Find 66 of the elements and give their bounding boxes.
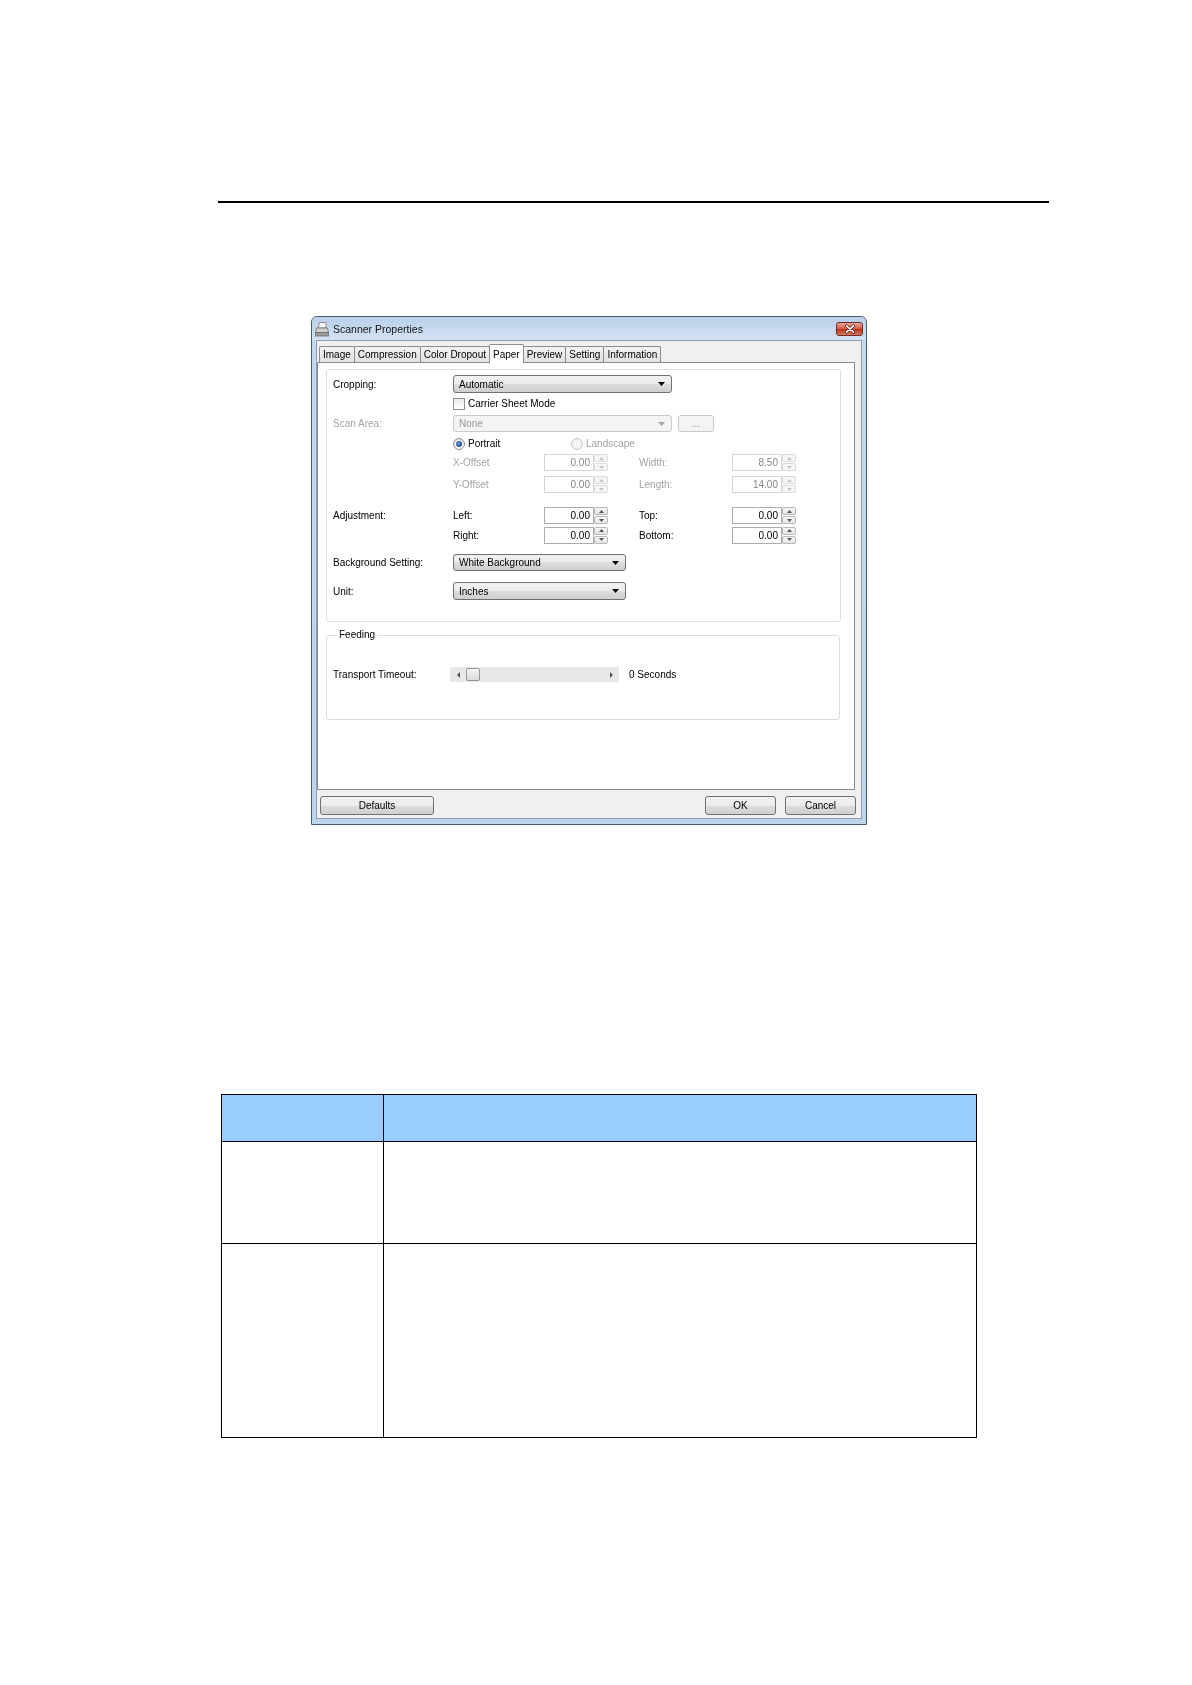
spin-down-button[interactable] [782,516,796,524]
dropdown[interactable]: Inches [453,582,626,600]
spin-up-button[interactable] [782,526,796,535]
caret-icon [612,560,619,565]
tab[interactable]: Compression [353,346,421,362]
field-label: Y-Offset [453,479,490,490]
dialog-button[interactable]: Cancel [785,796,856,815]
right-caret-icon [609,671,613,678]
slider-thumb[interactable] [466,668,480,681]
dialog-button[interactable]: OK [705,796,776,815]
down-caret-icon [786,538,792,541]
field-label: Background Setting: [333,557,425,568]
close-icon [843,323,856,334]
printer-icon [315,320,329,337]
down-caret-icon [598,538,604,541]
spin-down-button[interactable] [782,535,796,544]
field-label: Bottom: [639,529,675,541]
up-caret-icon [598,529,604,532]
radio-label[interactable]: Portrait [468,438,501,449]
spin-down-button[interactable] [594,516,608,524]
slider-right-button[interactable] [603,667,619,682]
up-caret-icon [598,509,604,513]
field-label: Length: [639,479,674,490]
field-label: Scan Area: [333,418,383,429]
number-field[interactable]: 0.00 [732,526,782,544]
tab[interactable]: Color Dropout [419,346,490,362]
field-label: X-Offset [453,457,491,468]
caret-icon [612,589,619,593]
field-label: Top: [639,510,659,521]
field-label: Unit: [333,585,355,597]
window-title: Scanner Properties [333,322,424,335]
spin-up-button[interactable] [594,507,608,515]
tab[interactable]: Paper [489,344,524,363]
group-title: Feeding [338,629,377,641]
dropdown[interactable]: Automatic [453,375,672,393]
tab[interactable]: Image [319,346,355,362]
number-field[interactable]: 0.00 [732,507,782,524]
left-caret-icon [456,671,460,678]
field-label: Right: [453,529,481,541]
field-label: Width: [639,457,669,468]
spin-up-button[interactable] [782,507,796,515]
number-field[interactable]: 0.00 [544,507,594,524]
slider-left-button[interactable] [450,667,466,682]
tab[interactable]: Setting [565,346,605,362]
field-label: Cropping: [333,378,378,390]
caret-icon [658,421,665,426]
spin-down-button[interactable] [594,535,608,544]
tab[interactable]: Information [603,346,662,362]
checkbox[interactable] [453,397,465,410]
down-caret-icon [786,518,792,522]
caret-icon [658,382,665,386]
dialog-button[interactable]: Defaults [320,796,434,815]
dropdown[interactable]: White Background [453,554,626,571]
up-caret-icon [786,509,792,513]
field-label: Left: [453,510,474,521]
number-field[interactable]: 0.00 [544,526,594,544]
radio-button[interactable] [453,437,465,450]
field-label: Adjustment: [333,510,387,521]
down-caret-icon [598,518,604,522]
checkbox-label[interactable]: Carrier Sheet Mode [468,398,556,409]
spin-up-button[interactable] [594,526,608,535]
slider-reading: 0 Seconds [629,669,677,680]
field-label: Transport Timeout: [333,669,418,680]
tab[interactable]: Preview [522,346,567,362]
close-button[interactable] [836,321,863,336]
up-caret-icon [786,529,792,532]
